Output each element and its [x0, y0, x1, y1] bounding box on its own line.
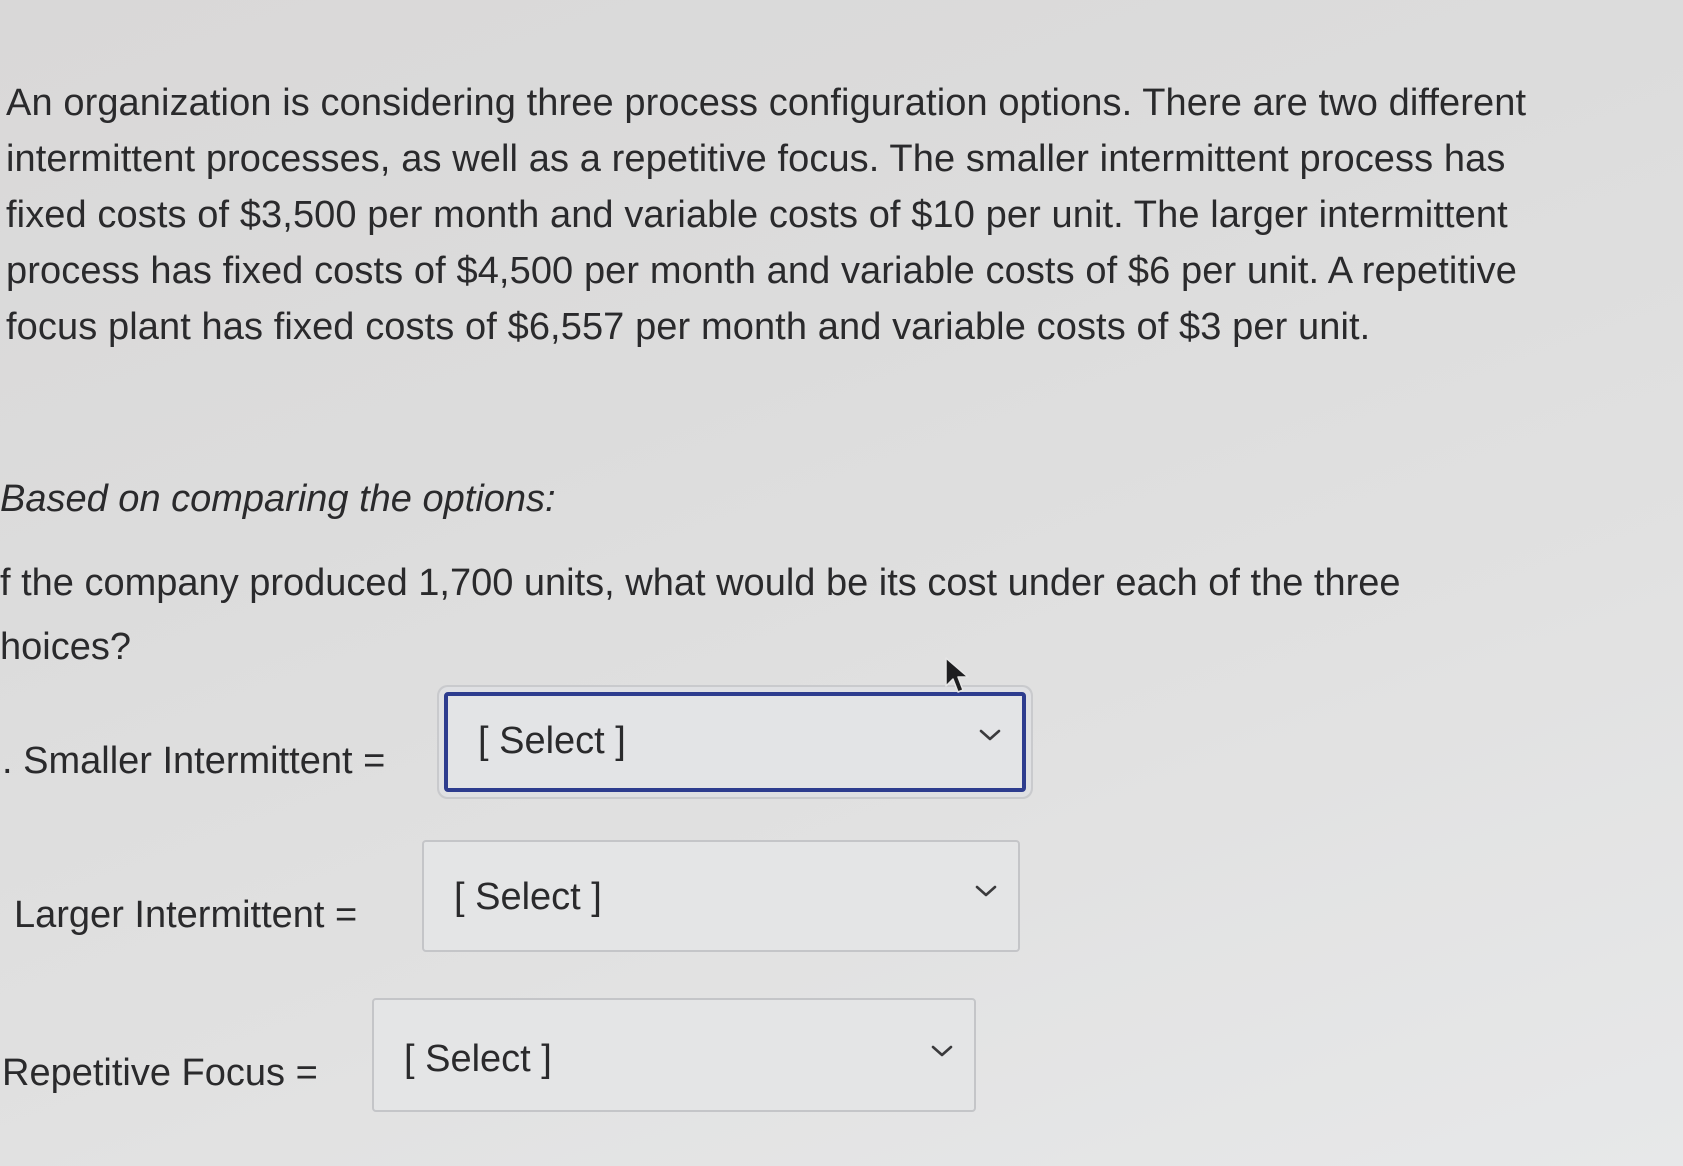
smaller-intermittent-label: . Smaller Intermittent =	[2, 740, 386, 782]
repetitive-focus-select[interactable]: [ Select ]	[372, 998, 976, 1112]
section-heading: Based on comparing the options:	[0, 478, 556, 520]
repetitive-focus-label: Repetitive Focus =	[2, 1052, 318, 1094]
problem-line-5: focus plant has fixed costs of $6,557 pe…	[6, 306, 1371, 348]
problem-line-2: intermittent processes, as well as a rep…	[6, 138, 1506, 180]
problem-line-3: fixed costs of $3,500 per month and vari…	[6, 194, 1508, 236]
larger-intermittent-label: Larger Intermittent =	[14, 894, 358, 936]
chevron-down-icon	[979, 729, 1001, 741]
larger-intermittent-selected-value: [ Select ]	[454, 876, 602, 918]
question-line-1: f the company produced 1,700 units, what…	[0, 562, 1401, 604]
smaller-intermittent-select[interactable]: [ Select ]	[444, 692, 1026, 792]
smaller-intermittent-selected-value: [ Select ]	[478, 720, 626, 762]
larger-intermittent-select[interactable]: [ Select ]	[422, 840, 1020, 952]
chevron-down-icon	[975, 885, 997, 897]
problem-line-4: process has fixed costs of $4,500 per mo…	[6, 250, 1517, 292]
chevron-down-icon	[931, 1045, 953, 1057]
quiz-question-page: An organization is considering three pro…	[0, 0, 1683, 1166]
question-line-2: hoices?	[0, 626, 131, 668]
mouse-pointer-icon	[945, 657, 969, 693]
problem-line-1: An organization is considering three pro…	[6, 82, 1527, 124]
repetitive-focus-selected-value: [ Select ]	[404, 1038, 552, 1080]
